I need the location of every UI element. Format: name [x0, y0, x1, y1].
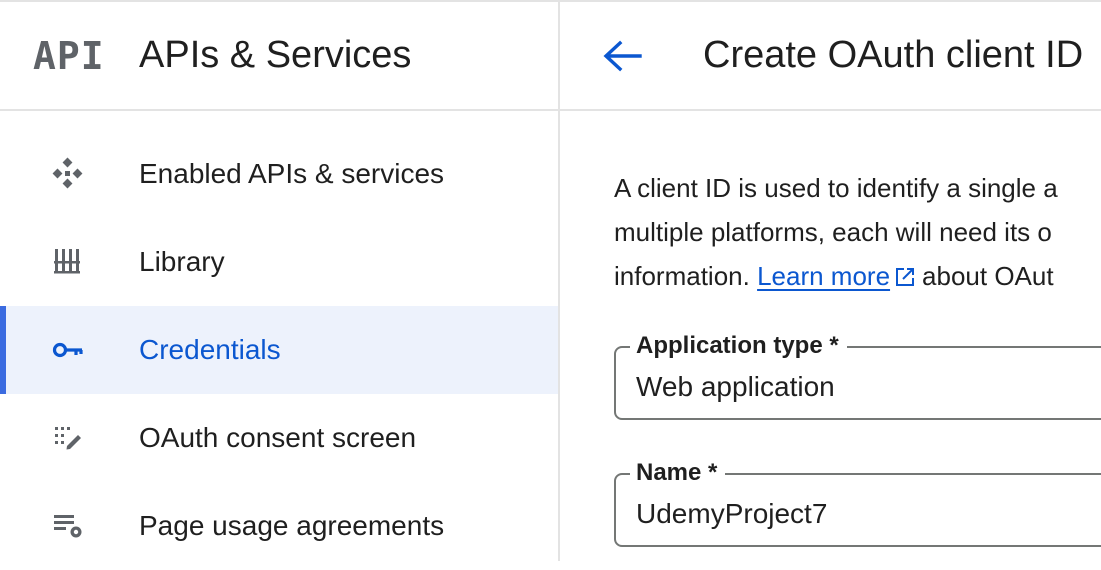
application-type-value: Web application [636, 371, 835, 402]
sidebar-item-label: Library [139, 246, 225, 277]
learn-more-link[interactable]: Learn more [757, 261, 890, 291]
enabled-apis-icon [50, 156, 86, 192]
arrow-back-icon [603, 40, 642, 72]
sidebar-item-oauth-consent[interactable]: OAuth consent screen [0, 394, 558, 482]
sidebar-item-enabled-apis[interactable]: Enabled APIs & services [0, 130, 558, 218]
consent-screen-icon [50, 420, 86, 456]
name-label: Name * [630, 459, 726, 487]
api-logo: API [33, 34, 105, 78]
main-content: Create OAuth client ID A client ID is us… [560, 2, 1101, 561]
description-line-2: multiple platforms, each will need its o [614, 217, 1052, 247]
open-in-new-icon [894, 257, 916, 301]
application-type-label: Application type * [630, 332, 847, 360]
sidebar: API APIs & Services Enabled APIs & servi… [0, 2, 560, 561]
sidebar-nav: Enabled APIs & services Library Credenti… [0, 130, 558, 570]
description-text: information. [614, 261, 750, 291]
application-type-select[interactable]: Application type * Web application [614, 332, 1101, 420]
name-field[interactable]: Name * UdemyProject7 [614, 459, 1101, 547]
description-text: about OAut [922, 261, 1054, 291]
back-button[interactable] [600, 36, 644, 76]
description-line-1: A client ID is used to identify a single… [614, 173, 1058, 203]
sidebar-title: APIs & Services [139, 34, 412, 76]
sidebar-item-library[interactable]: Library [0, 218, 558, 306]
library-icon [50, 244, 86, 280]
sidebar-header: API APIs & Services [0, 2, 558, 111]
settings-list-icon [50, 508, 86, 544]
sidebar-item-credentials[interactable]: Credentials [0, 306, 558, 394]
key-icon [50, 332, 86, 368]
main-header: Create OAuth client ID [560, 2, 1101, 111]
sidebar-item-page-usage[interactable]: Page usage agreements [0, 482, 558, 570]
sidebar-item-label: OAuth consent screen [139, 422, 417, 453]
page-title: Create OAuth client ID [703, 34, 1084, 76]
sidebar-item-label: Credentials [139, 334, 281, 365]
sidebar-item-label: Page usage agreements [139, 510, 445, 541]
name-value: UdemyProject7 [636, 498, 828, 529]
description: A client ID is used to identify a single… [614, 166, 1101, 301]
sidebar-item-label: Enabled APIs & services [139, 158, 445, 189]
description-line-3: information. Learn more about OAut [614, 254, 1101, 301]
